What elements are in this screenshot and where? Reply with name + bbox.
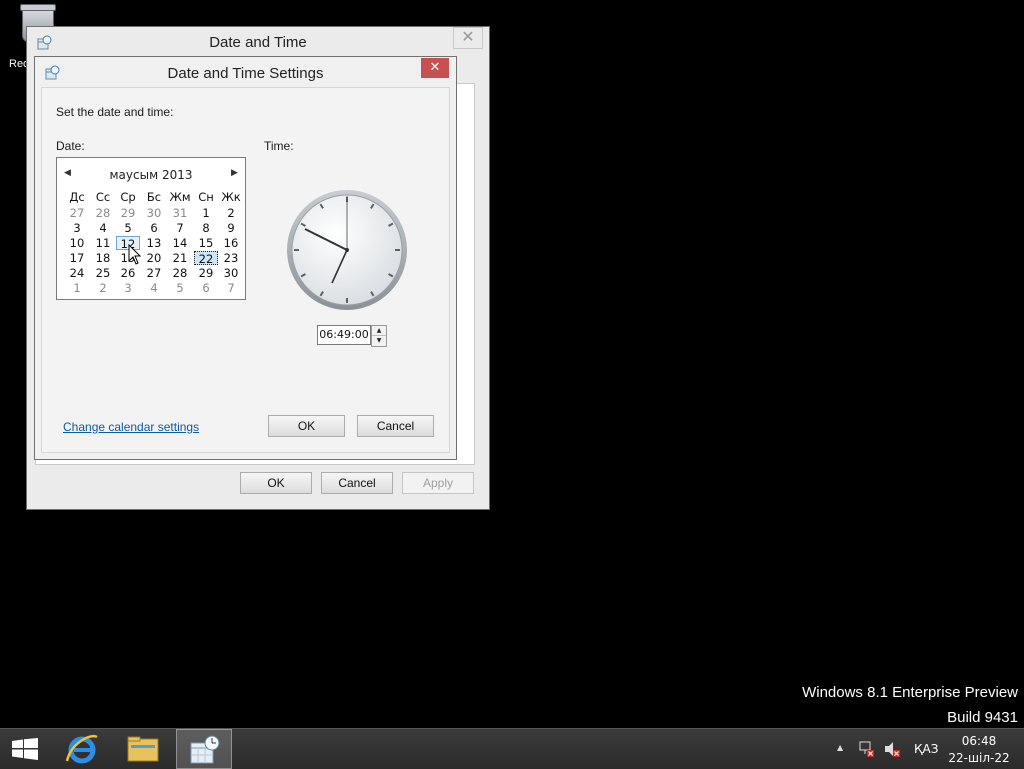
taskbar-internet-explorer[interactable] <box>56 729 112 769</box>
windows-watermark-build: Build 9431 <box>947 709 1018 726</box>
date-label: Date: <box>56 139 85 153</box>
calendar-day[interactable]: 15 <box>194 236 218 250</box>
outer-titlebar[interactable]: Date and Time ✕ <box>27 27 489 57</box>
calendar-day[interactable]: 3 <box>65 221 89 235</box>
calendar[interactable]: ◀ маусым 2013 ▶ Дс Сс Ср Бс Жм Сн Жк 27 28 29 30 3… <box>56 157 246 300</box>
change-calendar-settings-link[interactable]: Change calendar settings <box>63 420 199 434</box>
taskbar-file-explorer[interactable] <box>116 729 172 769</box>
calendar-day[interactable]: 30 <box>142 206 166 220</box>
calendar-day[interactable]: 24 <box>65 266 89 280</box>
inner-ok-button[interactable]: OK <box>268 415 345 437</box>
inner-close-button[interactable]: ✕ <box>421 58 449 78</box>
outer-close-button[interactable]: ✕ <box>453 27 483 49</box>
calendar-day[interactable]: 18 <box>91 251 115 265</box>
date-time-settings-dialog: Date and Time Settings ✕ Set the date an… <box>34 56 457 460</box>
calendar-day[interactable]: 7 <box>219 281 243 295</box>
calendar-day[interactable]: 4 <box>91 221 115 235</box>
weekday-header: Жк <box>221 190 241 204</box>
speaker-muted-icon[interactable] <box>883 740 901 758</box>
outer-cancel-button[interactable]: Cancel <box>321 472 393 494</box>
internet-explorer-icon <box>65 734 98 764</box>
calendar-day[interactable]: 5 <box>168 281 192 295</box>
analog-clock <box>287 190 407 310</box>
start-icon <box>12 738 38 760</box>
weekday-header: Сс <box>95 190 111 204</box>
outer-apply-button[interactable]: Apply <box>402 472 474 494</box>
tray-expand-icon[interactable]: ▲ <box>837 743 843 752</box>
calendar-day[interactable]: 26 <box>116 266 140 280</box>
weekday-header: Сн <box>198 190 214 204</box>
outer-ok-button[interactable]: OK <box>240 472 312 494</box>
inner-dialog-title: Date and Time Settings <box>167 65 324 82</box>
time-label: Time: <box>264 139 294 153</box>
instruction-text: Set the date and time: <box>56 105 174 119</box>
calendar-day[interactable]: 22 <box>194 251 218 266</box>
weekday-header: Ср <box>120 190 136 204</box>
network-disconnected-icon[interactable] <box>858 740 876 758</box>
calendar-day[interactable]: 20 <box>142 251 166 265</box>
start-button[interactable] <box>0 729 56 769</box>
weekday-headers: Дс Сс Ср Бс Жм Сн Жк <box>61 190 241 206</box>
calendar-day[interactable]: 8 <box>194 221 218 235</box>
calendar-day[interactable]: 9 <box>219 221 243 235</box>
date-time-control-panel-icon <box>190 735 220 764</box>
mouse-cursor-icon <box>128 244 142 265</box>
time-down-icon[interactable]: ▼ <box>372 336 386 345</box>
language-indicator[interactable]: ҚАЗ <box>914 742 938 756</box>
month-title[interactable]: маусым 2013 <box>57 168 245 182</box>
windows-watermark-edition: Windows 8.1 Enterprise Preview <box>802 684 1018 701</box>
calendar-day[interactable]: 29 <box>116 206 140 220</box>
calendar-day[interactable]: 1 <box>194 206 218 220</box>
calendar-day[interactable]: 30 <box>219 266 243 280</box>
calendar-day[interactable]: 3 <box>116 281 140 295</box>
calendar-day[interactable]: 11 <box>91 236 115 250</box>
taskbar-date-time[interactable] <box>176 729 232 769</box>
settings-content: Set the date and time: Date: Time: ◀ мау… <box>41 87 450 453</box>
time-up-icon[interactable]: ▲ <box>372 326 386 336</box>
calendar-day[interactable]: 17 <box>65 251 89 265</box>
file-explorer-icon <box>127 736 159 762</box>
calendar-day[interactable]: 31 <box>168 206 192 220</box>
calendar-day[interactable]: 21 <box>168 251 192 265</box>
calendar-day[interactable]: 27 <box>65 206 89 220</box>
inner-titlebar[interactable]: Date and Time Settings ✕ <box>35 57 456 87</box>
calendar-day[interactable]: 6 <box>142 221 166 235</box>
calendar-day[interactable]: 6 <box>194 281 218 295</box>
weekday-header: Бс <box>146 190 162 204</box>
next-month-button[interactable]: ▶ <box>231 168 238 178</box>
calendar-day[interactable]: 16 <box>219 236 243 250</box>
calendar-day[interactable]: 4 <box>142 281 166 295</box>
calendar-day[interactable]: 14 <box>168 236 192 250</box>
calendar-day[interactable]: 29 <box>194 266 218 280</box>
time-spinner[interactable]: ▲ ▼ <box>371 325 387 347</box>
calendar-day[interactable]: 5 <box>116 221 140 235</box>
calendar-day[interactable]: 27 <box>142 266 166 280</box>
time-input[interactable]: 06:49:00 <box>317 325 371 345</box>
calendar-day[interactable]: 28 <box>91 206 115 220</box>
weekday-header: Дс <box>69 190 85 204</box>
calendar-day[interactable]: 7 <box>168 221 192 235</box>
calendar-day[interactable]: 13 <box>142 236 166 250</box>
tray-clock-date[interactable]: 22-шіл-22 <box>945 751 1013 765</box>
calendar-day[interactable]: 25 <box>91 266 115 280</box>
calendar-day[interactable]: 10 <box>65 236 89 250</box>
calendar-day[interactable]: 28 <box>168 266 192 280</box>
inner-cancel-button[interactable]: Cancel <box>357 415 434 437</box>
calendar-day[interactable]: 1 <box>65 281 89 295</box>
tray-clock-time[interactable]: 06:48 <box>951 734 1007 748</box>
taskbar: ▲ ҚАЗ 06:48 22-шіл-22 <box>0 728 1024 769</box>
weekday-header: Жм <box>169 190 191 204</box>
outer-window-title: Date and Time <box>209 34 307 51</box>
calendar-day[interactable]: 2 <box>91 281 115 295</box>
calendar-day[interactable]: 23 <box>219 251 243 265</box>
calendar-day[interactable]: 2 <box>219 206 243 220</box>
